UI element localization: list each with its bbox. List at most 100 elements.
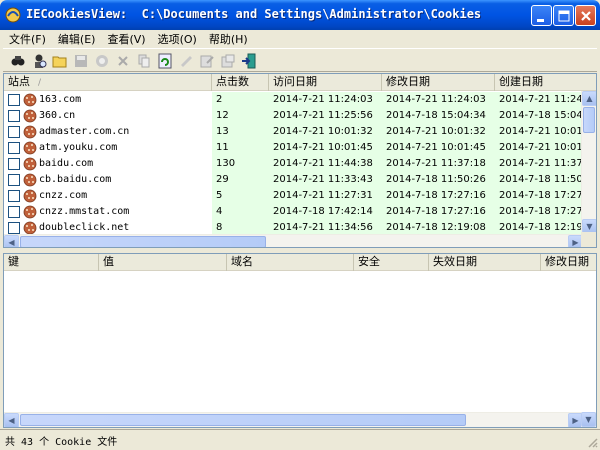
site-cell: 360.cn <box>4 108 212 124</box>
exit-button[interactable] <box>240 52 258 70</box>
row-checkbox[interactable] <box>8 174 20 186</box>
edit-button[interactable] <box>198 52 216 70</box>
site-name: 360.cn <box>39 110 76 121</box>
site-cell: admaster.com.cn <box>4 124 212 140</box>
refresh-button[interactable] <box>156 52 174 70</box>
table-row[interactable]: atm.youku.com 11 2014-7-21 10:01:45 2014-7-… <box>4 140 584 156</box>
details-horizontal-scroll-thumb[interactable] <box>20 414 466 426</box>
minimize-button[interactable] <box>531 5 552 26</box>
properties-button[interactable] <box>30 52 48 70</box>
modified-cell: 2014-7-21 10:01:45 <box>386 142 486 153</box>
cookie-sites-list[interactable]: 站点 / 点击数 访问日期 修改日期 创建日期 163.com 2 2014-7-21… <box>3 73 597 248</box>
created-cell: 2014-7-21 10:01 <box>499 142 583 153</box>
created-cell: 2014-7-21 11:24 <box>499 94 583 105</box>
row-checkbox[interactable] <box>8 142 20 154</box>
scroll-left-button[interactable]: ◀ <box>4 235 19 247</box>
accessed-cell: 2014-7-21 11:44:38 <box>273 158 373 169</box>
copy-icon <box>138 54 150 68</box>
vertical-scroll-thumb[interactable] <box>583 107 595 133</box>
app-icon <box>5 7 21 23</box>
accessed-cell: 2014-7-18 17:42:14 <box>273 206 373 217</box>
table-row[interactable]: cnzz.mmstat.com 4 2014-7-18 17:42:14 2014-7… <box>4 204 584 220</box>
options-button[interactable] <box>219 52 237 70</box>
column-accessed[interactable]: 访问日期 <box>269 74 382 91</box>
column-value[interactable]: 值 <box>99 254 227 271</box>
cookie-icon <box>23 141 37 155</box>
details-scroll-corner: ▼ <box>581 412 596 427</box>
hits-cell: 4 <box>216 206 223 217</box>
menu-edit[interactable]: 编辑(E) <box>52 31 102 47</box>
close-button[interactable] <box>575 5 596 26</box>
modified-cell: 2014-7-21 11:37:18 <box>386 158 486 169</box>
table-row[interactable]: cnzz.com 5 2014-7-21 11:27:31 2014-7-18 17:… <box>4 188 584 204</box>
modified-cell: 2014-7-18 17:27:16 <box>386 190 486 201</box>
delete-button[interactable] <box>114 52 132 70</box>
row-checkbox[interactable] <box>8 222 20 234</box>
open-folder-button[interactable] <box>51 52 69 70</box>
scroll-corner <box>581 232 596 247</box>
status-text: 共 43 个 Cookie 文件 <box>5 437 118 448</box>
column-domain[interactable]: 域名 <box>227 254 354 271</box>
column-key[interactable]: 键 <box>4 254 99 271</box>
modified-cell: 2014-7-18 17:27:16 <box>386 206 486 217</box>
column-site[interactable]: 站点 / <box>4 74 212 91</box>
site-cell: atm.youku.com <box>4 140 212 156</box>
created-cell: 2014-7-21 11:37 <box>499 158 583 169</box>
hits-cell: 2 <box>216 94 223 105</box>
column-secure[interactable]: 安全 <box>354 254 429 271</box>
row-checkbox[interactable] <box>8 94 20 106</box>
column-created[interactable]: 创建日期 <box>495 74 596 91</box>
column-expires[interactable]: 失效日期 <box>429 254 541 271</box>
toolbar <box>3 48 597 72</box>
created-cell: 2014-7-18 17:27 <box>499 206 583 217</box>
maximize-button[interactable] <box>553 5 574 26</box>
horizontal-scroll-thumb[interactable] <box>20 236 266 247</box>
site-name: cnzz.com <box>39 190 88 201</box>
hits-cell: 11 <box>216 142 229 153</box>
resize-grip-icon[interactable] <box>586 436 598 448</box>
menu-file[interactable]: 文件(F) <box>3 31 52 47</box>
table-row[interactable]: 163.com 2 2014-7-21 11:24:03 2014-7-21 11:2… <box>4 92 584 108</box>
menu-help[interactable]: 帮助(H) <box>203 31 254 47</box>
row-checkbox[interactable] <box>8 126 20 138</box>
cookie-edit-button[interactable] <box>177 52 195 70</box>
table-row[interactable]: admaster.com.cn 13 2014-7-21 10:01:32 2014-… <box>4 124 584 140</box>
details-scroll-left-button[interactable]: ◀ <box>4 413 19 427</box>
block-button[interactable] <box>93 52 111 70</box>
cookie-icon <box>23 125 37 139</box>
close-icon <box>581 11 591 21</box>
site-name: cb.baidu.com <box>39 174 112 185</box>
cookie-icon <box>23 205 37 219</box>
refresh-icon <box>158 53 172 69</box>
menu-options[interactable]: 选项(O) <box>152 31 203 47</box>
scroll-up-button[interactable]: ▲ <box>582 91 596 106</box>
cookie-details-list[interactable]: 键 值 域名 安全 失效日期 修改日期 ◀ ▶ ▼ <box>3 253 597 428</box>
find-button[interactable] <box>9 52 27 70</box>
table-row[interactable]: baidu.com 130 2014-7-21 11:44:38 2014-7-21 … <box>4 156 584 172</box>
menu-view[interactable]: 查看(V) <box>101 31 151 47</box>
hits-cell: 12 <box>216 110 229 121</box>
column-hits[interactable]: 点击数 <box>212 74 269 91</box>
details-scroll-down-button[interactable]: ▼ <box>581 412 596 427</box>
table-row[interactable]: 360.cn 12 2014-7-21 11:25:56 2014-7-18 15:0… <box>4 108 584 124</box>
site-cell: cb.baidu.com <box>4 172 212 188</box>
save-button[interactable] <box>72 52 90 70</box>
modified-cell: 2014-7-21 11:24:03 <box>386 94 486 105</box>
save-icon <box>75 55 87 67</box>
row-checkbox[interactable] <box>8 110 20 122</box>
column-modified[interactable]: 修改日期 <box>382 74 495 91</box>
row-checkbox[interactable] <box>8 158 20 170</box>
sites-vertical-scrollbar[interactable]: ▲ ▼ <box>581 91 596 234</box>
accessed-cell: 2014-7-21 10:01:45 <box>273 142 373 153</box>
modified-cell: 2014-7-18 15:04:34 <box>386 110 486 121</box>
row-checkbox[interactable] <box>8 190 20 202</box>
details-horizontal-scrollbar[interactable]: ◀ ▶ <box>4 412 583 427</box>
site-name: baidu.com <box>39 158 94 169</box>
copy-button[interactable] <box>135 52 153 70</box>
title-bar[interactable]: IECookiesView: C:\Documents and Settings… <box>0 0 600 30</box>
details-list-header: 键 值 域名 安全 失效日期 修改日期 <box>4 254 596 271</box>
table-row[interactable]: cb.baidu.com 29 2014-7-21 11:33:43 2014-7-1… <box>4 172 584 188</box>
sites-horizontal-scrollbar[interactable]: ◀ ▶ <box>4 234 583 247</box>
column-detail-modified[interactable]: 修改日期 <box>541 254 596 271</box>
row-checkbox[interactable] <box>8 206 20 218</box>
